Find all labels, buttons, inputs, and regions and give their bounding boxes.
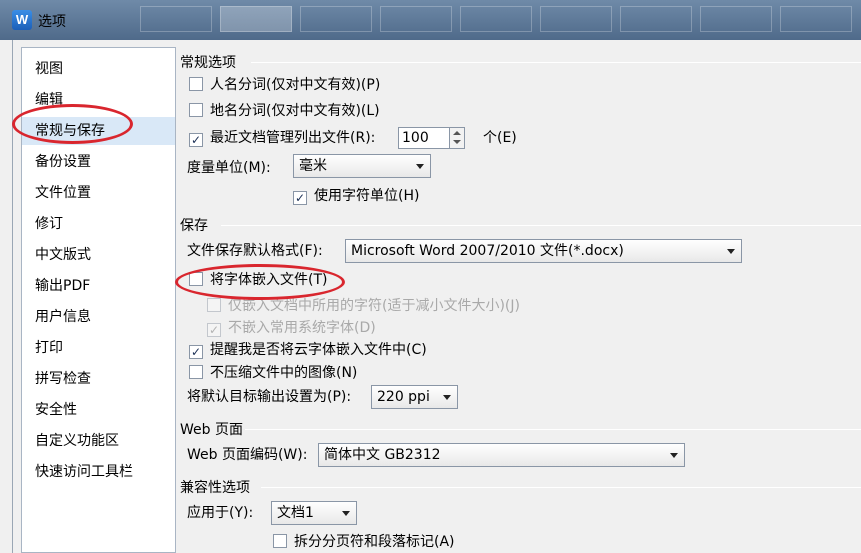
section-title-web: Web 页面 <box>180 422 243 438</box>
measure-unit-label: 度量单位(M): <box>187 160 271 176</box>
char-unit-row[interactable]: ✓ 使用字符单位(H) <box>293 186 419 206</box>
section-divider <box>251 62 861 63</box>
nav-item-general-save[interactable]: 常规与保存 <box>22 117 175 145</box>
embed-used-only-checkbox[interactable] <box>207 298 221 312</box>
background-ribbon-tabs <box>140 6 860 32</box>
no-common-fonts-checkbox[interactable]: ✓ <box>207 323 221 337</box>
embed-used-only-label: 仅嵌入文档中所用的字符(适于减小文件大小)(J) <box>228 298 520 314</box>
nav-item-chinese-layout[interactable]: 中文版式 <box>22 241 175 269</box>
spin-up-icon[interactable] <box>453 131 461 135</box>
background-tab <box>460 6 532 32</box>
embed-used-only-row[interactable]: 仅嵌入文档中所用的字符(适于减小文件大小)(J) <box>207 296 520 316</box>
default-format-label: 文件保存默认格式(F): <box>187 243 323 259</box>
apply-to-select[interactable]: 文档1 <box>271 501 357 525</box>
no-common-fonts-row[interactable]: ✓ 不嵌入常用系统字体(D) <box>207 318 376 338</box>
web-encoding-select[interactable]: 简体中文 GB2312 <box>318 443 685 467</box>
title-bar: W 选项 <box>0 0 861 40</box>
default-output-value: 220 ppi <box>377 389 430 405</box>
nav-item-output-pdf[interactable]: 输出PDF <box>22 272 175 300</box>
window-title: 选项 <box>38 14 66 30</box>
web-encoding-value: 简体中文 GB2312 <box>324 447 441 463</box>
recent-docs-unit: 个(E) <box>483 130 517 146</box>
recent-docs-count-input[interactable]: 100 <box>398 127 450 149</box>
place-name-seg-row[interactable]: 地名分词(仅对中文有效)(L) <box>189 101 380 121</box>
split-page-breaks-row[interactable]: 拆分分页符和段落标记(A) <box>273 532 455 552</box>
split-page-breaks-checkbox[interactable] <box>273 534 287 548</box>
recent-docs-checkbox[interactable]: ✓ <box>189 133 203 147</box>
remind-cloud-fonts-label: 提醒我是否将云字体嵌入文件中(C) <box>210 342 427 358</box>
background-tab <box>300 6 372 32</box>
background-tab <box>620 6 692 32</box>
char-unit-label: 使用字符单位(H) <box>314 188 420 204</box>
remind-cloud-fonts-row[interactable]: ✓ 提醒我是否将云字体嵌入文件中(C) <box>189 340 427 360</box>
apply-to-value: 文档1 <box>277 505 314 521</box>
background-tab <box>540 6 612 32</box>
embed-fonts-row[interactable]: 将字体嵌入文件(T) <box>189 270 327 290</box>
nav-item-edit[interactable]: 编辑 <box>22 86 175 114</box>
section-divider <box>261 487 861 488</box>
no-common-fonts-label: 不嵌入常用系统字体(D) <box>228 320 376 336</box>
remind-cloud-fonts-checkbox[interactable]: ✓ <box>189 345 203 359</box>
recent-docs-row[interactable]: ✓ 最近文档管理列出文件(R): <box>189 128 375 148</box>
apply-to-label: 应用于(Y): <box>187 505 254 521</box>
background-tab <box>220 6 292 32</box>
no-compress-images-row[interactable]: 不压缩文件中的图像(N) <box>189 363 357 383</box>
nav-item-quick-access-toolbar[interactable]: 快速访问工具栏 <box>22 458 175 486</box>
recent-docs-spinner[interactable] <box>449 127 465 149</box>
settings-panel: 常规选项 人名分词(仅对中文有效)(P) 地名分词(仅对中文有效)(L) ✓ 最近… <box>180 40 861 553</box>
no-compress-images-label: 不压缩文件中的图像(N) <box>210 365 358 381</box>
wps-writer-icon: W <box>12 10 32 30</box>
background-tab <box>380 6 452 32</box>
measure-unit-value: 毫米 <box>299 158 327 174</box>
split-page-breaks-label: 拆分分页符和段落标记(A) <box>294 534 455 550</box>
nav-item-print[interactable]: 打印 <box>22 334 175 362</box>
nav-item-file-location[interactable]: 文件位置 <box>22 179 175 207</box>
nav-item-spell-check[interactable]: 拼写检查 <box>22 365 175 393</box>
background-tab <box>700 6 772 32</box>
nav-item-backup[interactable]: 备份设置 <box>22 148 175 176</box>
embed-fonts-checkbox[interactable] <box>189 272 203 286</box>
nav-item-user-info[interactable]: 用户信息 <box>22 303 175 331</box>
dropdown-arrow-icon <box>443 395 451 400</box>
section-title-general: 常规选项 <box>180 55 236 71</box>
person-name-seg-row[interactable]: 人名分词(仅对中文有效)(P) <box>189 75 380 95</box>
nav-item-view[interactable]: 视图 <box>22 55 175 83</box>
options-dialog: 视图 编辑 常规与保存 备份设置 文件位置 修订 中文版式 输出PDF 用户信息… <box>12 40 861 553</box>
place-name-seg-checkbox[interactable] <box>189 103 203 117</box>
person-name-seg-label: 人名分词(仅对中文有效)(P) <box>210 77 381 93</box>
default-format-value: Microsoft Word 2007/2010 文件(*.docx) <box>351 243 624 259</box>
dropdown-arrow-icon <box>416 164 424 169</box>
default-output-select[interactable]: 220 ppi <box>371 385 458 409</box>
default-output-label: 将默认目标输出设置为(P): <box>187 389 352 405</box>
default-format-select[interactable]: Microsoft Word 2007/2010 文件(*.docx) <box>345 239 742 263</box>
section-divider <box>245 429 861 430</box>
section-title-save: 保存 <box>180 218 208 234</box>
nav-item-revision[interactable]: 修订 <box>22 210 175 238</box>
person-name-seg-checkbox[interactable] <box>189 77 203 91</box>
section-divider <box>221 225 861 226</box>
nav-item-customize-ribbon[interactable]: 自定义功能区 <box>22 427 175 455</box>
background-tab <box>780 6 852 32</box>
section-title-compat: 兼容性选项 <box>180 480 250 496</box>
recent-docs-label: 最近文档管理列出文件(R): <box>210 130 376 146</box>
place-name-seg-label: 地名分词(仅对中文有效)(L) <box>210 103 380 119</box>
options-nav-list: 视图 编辑 常规与保存 备份设置 文件位置 修订 中文版式 输出PDF 用户信息… <box>21 47 176 553</box>
background-tab <box>140 6 212 32</box>
measure-unit-select[interactable]: 毫米 <box>293 154 431 178</box>
char-unit-checkbox[interactable]: ✓ <box>293 191 307 205</box>
dropdown-arrow-icon <box>342 511 350 516</box>
dropdown-arrow-icon <box>727 249 735 254</box>
nav-item-security[interactable]: 安全性 <box>22 396 175 424</box>
spin-down-icon[interactable] <box>453 140 461 144</box>
embed-fonts-label: 将字体嵌入文件(T) <box>210 272 328 288</box>
no-compress-images-checkbox[interactable] <box>189 365 203 379</box>
dropdown-arrow-icon <box>670 453 678 458</box>
web-encoding-label: Web 页面编码(W): <box>187 447 308 463</box>
